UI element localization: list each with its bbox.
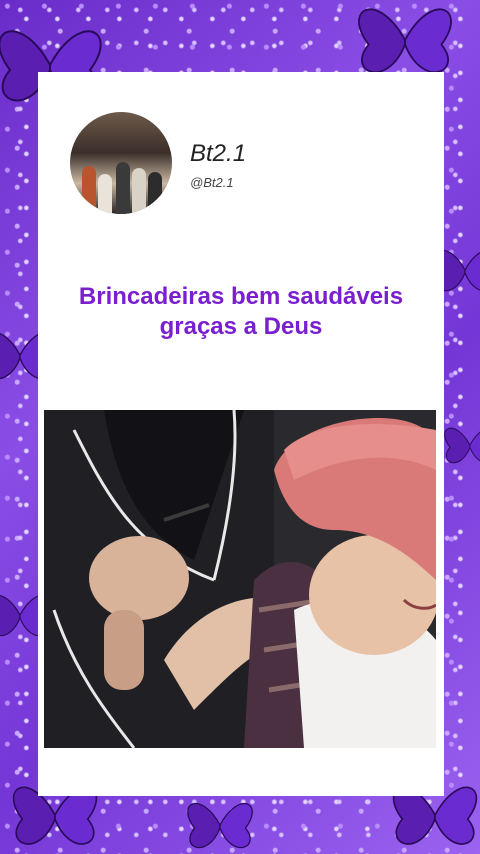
avatar-figure	[132, 168, 146, 214]
avatar[interactable]	[70, 112, 172, 214]
post-card: Bt2.1 @Bt2.1 Brincadeiras bem saudáveis …	[38, 72, 444, 796]
avatar-figure	[116, 162, 130, 214]
profile-name: Bt2.1	[190, 140, 247, 167]
profile-handle: @Bt2.1	[190, 175, 234, 190]
post-caption: Brincadeiras bem saudáveis graças a Deus	[38, 282, 444, 342]
butterfly-icon	[187, 802, 253, 849]
avatar-figure	[98, 174, 112, 214]
caption-line-1: Brincadeiras bem saudáveis	[78, 283, 404, 310]
caption-line-2: graças a Deus	[159, 313, 323, 340]
video-frame[interactable]	[44, 410, 436, 748]
avatar-figure	[82, 166, 96, 214]
video-content-illustration	[44, 410, 436, 748]
butterfly-icon	[444, 427, 480, 464]
avatar-figure	[148, 172, 162, 214]
